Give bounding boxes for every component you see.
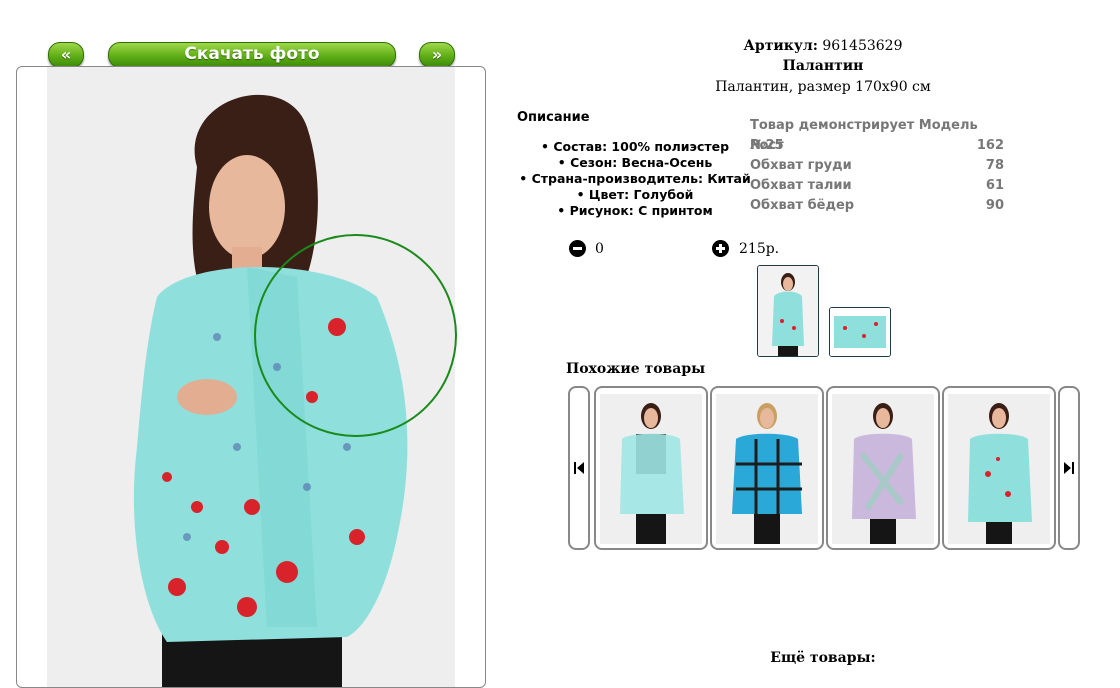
description-item: Сезон: Весна-Осень	[512, 155, 758, 171]
similar-product-image	[832, 394, 934, 544]
price: 215р.	[739, 241, 780, 257]
similar-product-item[interactable]	[710, 386, 824, 550]
measurement-label: Обхват бёдер	[750, 198, 855, 213]
decrease-quantity-button[interactable]	[569, 240, 586, 257]
measurement-value: 162	[976, 138, 1004, 153]
similar-product-image	[600, 394, 702, 544]
measurement-value: 78	[985, 158, 1004, 173]
thumbnail-fabric-photo[interactable]	[829, 307, 891, 357]
description-heading: Описание	[517, 110, 590, 125]
article-label: Артикул:	[743, 38, 818, 54]
description-list: Состав: 100% полиэстер Сезон: Весна-Осен…	[512, 139, 758, 219]
measurement-row: Обхват талии 61	[750, 176, 1004, 196]
carousel-next-button[interactable]	[1058, 386, 1080, 550]
more-products-heading: Ещё товары:	[770, 650, 876, 666]
prev-photo-button[interactable]: «	[48, 42, 84, 68]
measurement-value: 90	[985, 198, 1004, 213]
measurement-row: Рост 162	[750, 136, 1004, 156]
measurement-row: Обхват груди 78	[750, 156, 1004, 176]
article-line: Артикул: 961453629	[740, 38, 906, 54]
measurement-value: 61	[985, 178, 1004, 193]
measurement-row: Обхват бёдер 90	[750, 196, 1004, 216]
similar-product-image	[948, 394, 1050, 544]
next-photo-button[interactable]: »	[419, 42, 455, 68]
similar-product-item[interactable]	[942, 386, 1056, 550]
thumbnail-fabric-image	[830, 308, 890, 356]
article-value: 961453629	[822, 38, 903, 54]
main-product-photo[interactable]	[16, 66, 486, 688]
description-item: Состав: 100% полиэстер	[512, 139, 758, 155]
download-photo-button[interactable]: Скачать фото	[108, 42, 396, 68]
carousel-prev-button[interactable]	[568, 386, 590, 550]
model-measurements: Товар демонстрирует Модель №25 Рост 162 …	[750, 116, 1004, 216]
measurement-label: Рост	[750, 138, 784, 153]
similar-product-item[interactable]	[826, 386, 940, 550]
similar-product-image	[716, 394, 818, 544]
description-item: Рисунок: С принтом	[512, 203, 758, 219]
model-title: Товар демонстрирует Модель №25	[750, 118, 978, 153]
measurement-label: Обхват груди	[750, 158, 852, 173]
zoom-lens-circle[interactable]	[254, 234, 457, 437]
quantity-value: 0	[595, 241, 604, 257]
product-name: Палантин	[782, 58, 864, 74]
description-item: Цвет: Голубой	[512, 187, 758, 203]
increase-quantity-button[interactable]	[712, 240, 729, 257]
product-subtitle: Палантин, размер 170х90 см	[715, 79, 931, 95]
similar-product-item[interactable]	[594, 386, 708, 550]
thumbnail-model-photo[interactable]	[757, 265, 819, 357]
description-item: Страна-производитель: Китай	[512, 171, 758, 187]
measurement-label: Обхват талии	[750, 178, 852, 193]
skip-forward-icon	[1064, 462, 1074, 474]
skip-back-icon	[574, 462, 584, 474]
similar-products-heading: Похожие товары	[566, 361, 706, 377]
thumbnail-model-image	[758, 266, 818, 356]
